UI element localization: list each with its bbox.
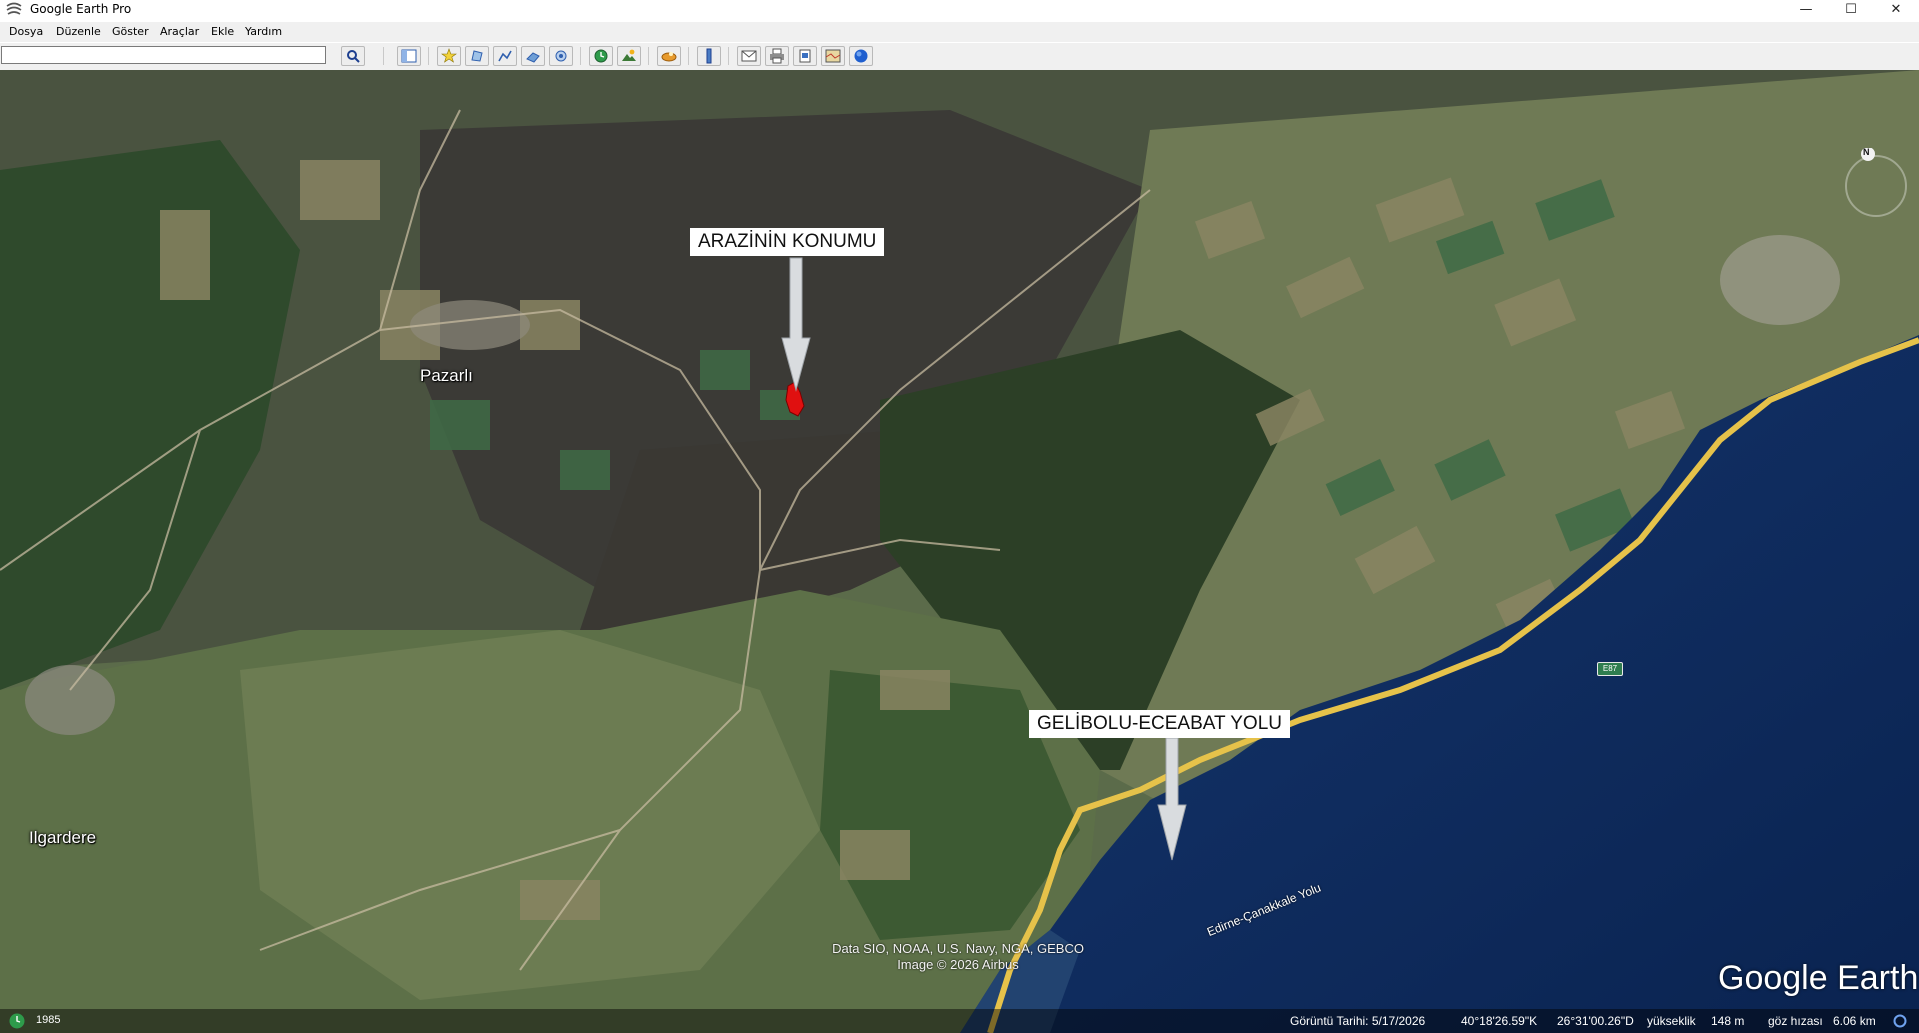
path-icon xyxy=(498,50,512,62)
toolbar-separator xyxy=(428,47,429,65)
email-icon xyxy=(741,50,757,62)
road-shield-e87: E87 xyxy=(1597,662,1623,676)
imagery-date: Görüntü Tarihi: 5/17/2026 xyxy=(1290,1014,1426,1028)
parcel-annotation-label: ARAZİNİN KONUMU xyxy=(690,228,885,256)
menu-ekle[interactable]: Ekle xyxy=(211,25,234,38)
placemark-icon xyxy=(441,48,457,63)
print-icon xyxy=(770,48,784,64)
window-title: Google Earth Pro xyxy=(30,2,132,16)
menu-bar: Dosya Düzenle Göster Araçlar Ekle Yardım xyxy=(0,22,1919,42)
historical-year: 1985 xyxy=(36,1014,61,1026)
maximize-button[interactable]: ☐ xyxy=(1829,0,1873,18)
sidebar-toggle-button[interactable] xyxy=(397,46,421,66)
menu-araclar[interactable]: Araçlar xyxy=(160,25,199,38)
record-tour-icon xyxy=(555,50,567,62)
place-label-pazarli: Pazarlı xyxy=(420,366,473,385)
polygon-icon xyxy=(471,50,483,62)
place-label-ilgardere: Ilgardere xyxy=(29,828,97,847)
satellite-imagery xyxy=(0,70,1919,1033)
imagery-attribution: Data SIO, NOAA, U.S. Navy, NGA, GEBCO Im… xyxy=(808,941,1108,973)
historical-imagery-status-icon[interactable] xyxy=(8,1012,26,1030)
title-bar: Google Earth Pro — ☐ ✕ xyxy=(0,0,1919,18)
longitude-readout: 26°31'00.26"D xyxy=(1557,1014,1634,1028)
add-path-button[interactable] xyxy=(493,46,517,66)
earth-globe-icon xyxy=(854,49,868,63)
sunlight-icon xyxy=(622,49,636,61)
email-button[interactable] xyxy=(737,46,761,66)
sunlight-button[interactable] xyxy=(617,46,641,66)
ruler-icon xyxy=(706,48,712,64)
attribution-image: Image © 2026 Airbus xyxy=(897,957,1019,972)
search-button[interactable] xyxy=(341,46,365,66)
add-polygon-button[interactable] xyxy=(465,46,489,66)
save-image-icon xyxy=(799,49,811,63)
toolbar-separator xyxy=(728,47,729,65)
menu-yardim[interactable]: Yardım xyxy=(245,25,282,38)
sidebar-toggle-icon xyxy=(401,49,417,63)
close-button[interactable]: ✕ xyxy=(1874,0,1918,18)
latitude-readout: 40°18'26.59"K xyxy=(1461,1014,1538,1028)
save-image-button[interactable] xyxy=(793,46,817,66)
elevation-label: yükseklik xyxy=(1647,1014,1696,1028)
attribution-data: Data SIO, NOAA, U.S. Navy, NGA, GEBCO xyxy=(832,941,1084,956)
ruler-button[interactable] xyxy=(697,46,721,66)
add-image-overlay-button[interactable] xyxy=(521,46,545,66)
menu-duzenle[interactable]: Düzenle xyxy=(56,25,101,38)
menu-goster[interactable]: Göster xyxy=(112,25,149,38)
streaming-status-icon xyxy=(1893,1014,1907,1028)
planets-button[interactable] xyxy=(657,46,681,66)
earth-globe-button[interactable] xyxy=(849,46,873,66)
search-input[interactable] xyxy=(1,46,326,64)
planets-icon xyxy=(661,52,677,62)
google-earth-app-icon xyxy=(6,2,22,15)
print-button[interactable] xyxy=(765,46,789,66)
elevation-value: 148 m xyxy=(1711,1014,1745,1028)
road-annotation-label: GELİBOLU-ECEABAT YOLU xyxy=(1029,710,1290,738)
view-in-maps-icon xyxy=(825,49,841,63)
compass-control[interactable] xyxy=(1838,148,1914,224)
search-icon xyxy=(347,50,360,63)
historical-imagery-button[interactable] xyxy=(589,46,613,66)
compass-north-label: N xyxy=(1863,147,1870,157)
toolbar-separator xyxy=(580,47,581,65)
view-in-maps-button[interactable] xyxy=(821,46,845,66)
add-placemark-button[interactable] xyxy=(437,46,461,66)
historical-imagery-icon xyxy=(594,49,608,63)
toolbar-separator xyxy=(648,47,649,65)
image-overlay-icon xyxy=(526,52,540,63)
record-tour-button[interactable] xyxy=(549,46,573,66)
toolbar-separator xyxy=(383,47,384,65)
eye-altitude-label: göz hızası xyxy=(1768,1014,1823,1028)
minimize-button[interactable]: — xyxy=(1784,0,1828,18)
menu-dosya[interactable]: Dosya xyxy=(9,25,43,38)
map-viewport[interactable]: N ARAZİNİN KONUMU GELİBOLU-ECEABAT YOLU … xyxy=(0,70,1919,1033)
google-earth-logo: Google Earth xyxy=(1718,959,1919,997)
toolbar-separator xyxy=(688,47,689,65)
eye-altitude-value: 6.06 km xyxy=(1833,1014,1876,1028)
